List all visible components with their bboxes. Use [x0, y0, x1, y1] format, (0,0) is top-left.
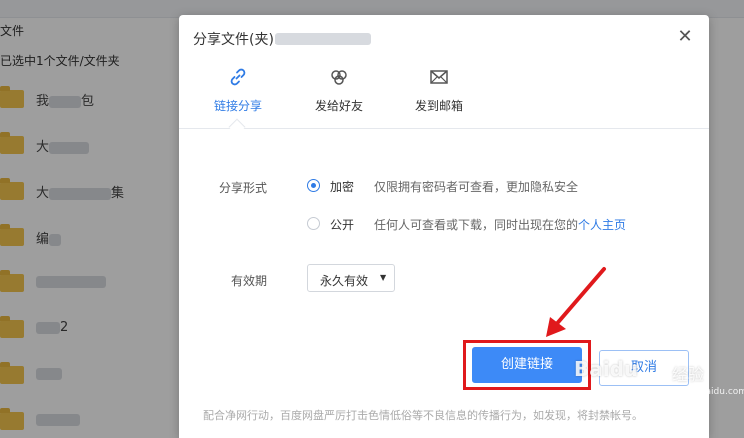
- option-desc-public: 任何人可查看或下载，同时出现在您的个人主页: [374, 216, 626, 233]
- tab-link-share[interactable]: 链接分享: [193, 59, 283, 129]
- close-icon[interactable]: ✕: [675, 27, 695, 47]
- redacted-filename: [275, 33, 371, 45]
- dialog-title: 分享文件(夹):: [193, 32, 279, 48]
- tab-send-friends[interactable]: 发给好友: [294, 59, 384, 129]
- option-desc-text: 任何人可查看或下载，同时出现在您的: [374, 218, 579, 232]
- share-form-label: 分享形式: [218, 181, 267, 195]
- personal-homepage-link[interactable]: 个人主页: [578, 218, 626, 232]
- radio-public[interactable]: [307, 217, 320, 230]
- validity-value: 永久有效: [320, 274, 369, 288]
- watermark-sub: 经验: [672, 365, 705, 384]
- watermark-brand: Baidu: [574, 357, 639, 381]
- mail-icon: [430, 70, 448, 84]
- radio-encrypted[interactable]: [307, 179, 320, 192]
- option-label-public: 公开: [330, 218, 355, 232]
- validity-label: 有效期: [230, 274, 267, 288]
- footer-notice: 配合净网行动，百度网盘严厉打击色情低俗等不良信息的传播行为，如发现，将封禁帐号。: [203, 409, 643, 422]
- tab-label: 发到邮箱: [414, 99, 463, 113]
- friends-icon: [331, 70, 347, 85]
- validity-select[interactable]: 永久有效 ▼: [307, 264, 395, 292]
- caret-down-icon: ▼: [380, 273, 387, 282]
- highlight-annotation: [463, 340, 591, 390]
- annotation-arrow-icon: [546, 267, 606, 337]
- link-icon: [230, 68, 246, 86]
- tab-label: 链接分享: [213, 99, 262, 113]
- watermark-url: jingyan.baidu.com: [664, 387, 744, 397]
- tab-send-email[interactable]: 发到邮箱: [394, 59, 484, 129]
- dialog-header: 分享文件(夹): ✕: [179, 15, 709, 59]
- option-label-encrypted: 加密: [330, 180, 355, 194]
- tab-label: 发给好友: [314, 99, 363, 113]
- share-tabs: 链接分享 发给好友 发到邮箱: [179, 59, 709, 129]
- option-desc-encrypted: 仅限拥有密码者可查看，更加隐私安全: [374, 180, 579, 194]
